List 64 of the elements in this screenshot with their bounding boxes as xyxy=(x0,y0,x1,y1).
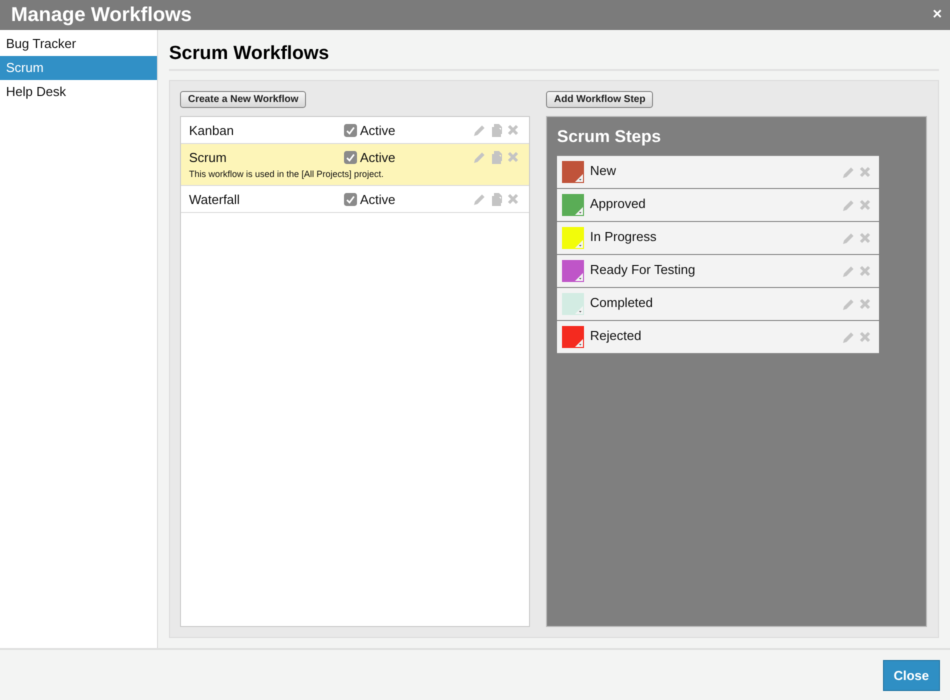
workflow-name: Waterfall xyxy=(189,192,241,206)
checkbox[interactable] xyxy=(344,124,357,136)
color-swatch[interactable] xyxy=(562,260,584,282)
step-name: Ready For Testing xyxy=(590,262,696,277)
step-row[interactable]: Approved xyxy=(557,189,879,222)
workflow-row[interactable]: Scrum Active This workflow is used in the [All Projects] project. xyxy=(181,144,529,186)
pencil-icon[interactable] xyxy=(842,265,855,278)
step-row[interactable]: Completed xyxy=(557,288,879,321)
pencil-icon[interactable] xyxy=(842,298,855,311)
steps-title: Scrum Steps xyxy=(557,127,662,147)
step-row[interactable]: In Progress xyxy=(557,222,879,255)
active-label: Active xyxy=(360,122,396,138)
caret-icon xyxy=(575,306,583,314)
add-step-button[interactable]: Add Workflow Step xyxy=(546,91,654,108)
caret-icon xyxy=(575,207,583,215)
checkbox[interactable] xyxy=(344,192,357,206)
delete-icon[interactable] xyxy=(507,124,519,136)
pencil-icon[interactable] xyxy=(473,124,486,136)
delete-icon[interactable] xyxy=(507,193,519,205)
active-label: Active xyxy=(360,192,396,206)
step-name: New xyxy=(590,163,618,178)
delete-icon[interactable] xyxy=(859,298,871,310)
color-swatch[interactable] xyxy=(562,161,584,183)
step-name: Rejected xyxy=(590,328,642,343)
page-heading: Scrum Workflows xyxy=(169,43,939,71)
document-icon[interactable] xyxy=(491,192,502,206)
pencil-icon[interactable] xyxy=(842,166,855,179)
pencil-icon[interactable] xyxy=(842,232,855,245)
step-row[interactable]: Ready For Testing xyxy=(557,255,879,288)
document-icon[interactable] xyxy=(491,124,502,136)
sidebar-item[interactable]: Bug Tracker xyxy=(0,32,157,56)
document-icon[interactable] xyxy=(491,150,502,164)
pencil-icon[interactable] xyxy=(473,192,486,206)
close-button[interactable]: Close xyxy=(882,660,940,690)
close-button[interactable]: × xyxy=(932,6,942,24)
delete-icon[interactable] xyxy=(859,199,871,211)
caret-icon xyxy=(575,174,583,182)
color-swatch[interactable] xyxy=(562,326,584,348)
caret-icon xyxy=(575,240,583,248)
caret-icon xyxy=(575,339,583,347)
step-row[interactable]: New xyxy=(557,156,879,189)
pencil-icon[interactable] xyxy=(842,199,855,212)
step-row[interactable]: Rejected xyxy=(557,321,879,354)
delete-icon[interactable] xyxy=(859,166,871,178)
workflow-name: Kanban xyxy=(189,122,235,138)
sidebar-item[interactable]: Scrum xyxy=(0,56,157,80)
workflow-name: Scrum xyxy=(189,150,228,164)
sidebar-item[interactable]: Help Desk xyxy=(0,80,157,104)
step-name: Approved xyxy=(590,196,647,211)
delete-icon[interactable] xyxy=(507,151,519,163)
workflow-note: This workflow is used in the [All Projects] project. xyxy=(189,169,385,179)
caret-icon xyxy=(575,273,583,281)
delete-icon[interactable] xyxy=(859,232,871,244)
step-name: In Progress xyxy=(590,229,658,244)
color-swatch[interactable] xyxy=(562,194,584,216)
create-workflow-button[interactable]: Create a New Workflow xyxy=(180,91,306,108)
delete-icon[interactable] xyxy=(859,331,871,343)
active-label: Active xyxy=(360,150,396,164)
pencil-icon[interactable] xyxy=(842,331,855,344)
delete-icon[interactable] xyxy=(859,265,871,277)
window-title: Manage Workflows xyxy=(11,4,192,26)
step-name: Completed xyxy=(590,295,654,310)
checkbox[interactable] xyxy=(344,150,357,164)
pencil-icon[interactable] xyxy=(473,150,486,164)
